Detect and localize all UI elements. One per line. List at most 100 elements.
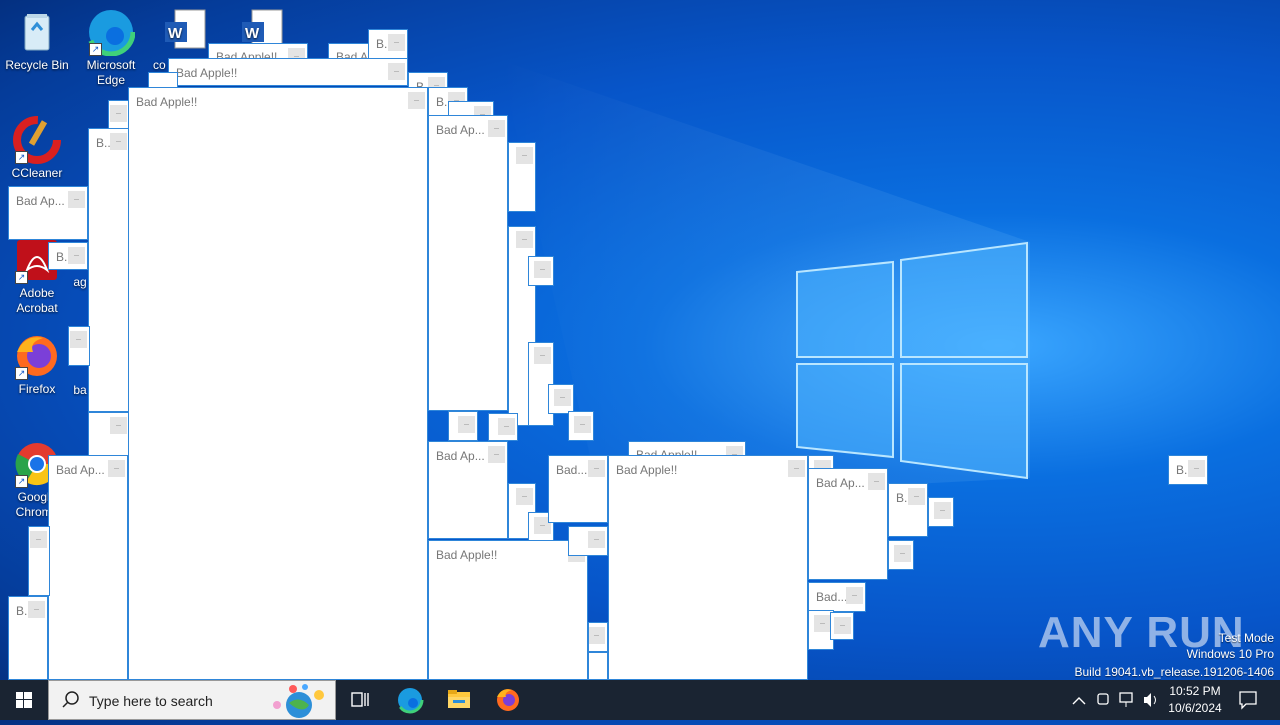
window-title: Bad Ap...	[436, 123, 485, 137]
close-button[interactable]	[868, 473, 885, 490]
windows-logo	[796, 241, 1028, 480]
desktop-icon-label: Adobe Acrobat	[16, 286, 58, 315]
close-button[interactable]	[388, 34, 405, 51]
close-button[interactable]	[516, 147, 533, 164]
edge-icon	[396, 686, 424, 714]
close-button[interactable]	[458, 416, 475, 433]
taskbar-file-explorer-button[interactable]	[435, 680, 483, 720]
bad-apple-window[interactable]: B..	[48, 242, 88, 270]
close-button[interactable]	[908, 488, 925, 505]
close-button[interactable]	[846, 587, 863, 604]
close-button[interactable]	[110, 417, 127, 434]
bad-apple-window[interactable]: Bad Ap...	[808, 468, 888, 580]
window-title: Bad Apple!!	[136, 95, 198, 109]
search-box[interactable]: Type here to search	[48, 680, 336, 720]
taskbar-firefox-button[interactable]	[484, 680, 532, 720]
task-view-icon	[351, 692, 369, 707]
bad-apple-window[interactable]: B..	[888, 483, 928, 537]
window-title: Bad Ap...	[816, 476, 865, 490]
taskbar-edge-button[interactable]	[386, 680, 434, 720]
close-button[interactable]	[534, 261, 551, 278]
bad-apple-window[interactable]: Bad Ap...	[48, 455, 128, 680]
bad-apple-window[interactable]: Bad Apple!!	[608, 455, 808, 680]
volume-icon	[1144, 693, 1151, 707]
chevron-up-icon	[1072, 697, 1086, 705]
bad-apple-window[interactable]	[88, 412, 130, 456]
bad-apple-window[interactable]	[108, 100, 130, 130]
notification-icon	[1239, 691, 1257, 710]
close-button[interactable]	[110, 105, 127, 122]
bad-apple-window[interactable]	[830, 612, 854, 640]
close-button[interactable]	[834, 617, 851, 634]
task-view-button[interactable]	[336, 680, 384, 720]
bad-apple-window[interactable]	[888, 540, 914, 570]
window-title: Bad Apple!!	[616, 463, 678, 477]
bad-apple-window[interactable]	[568, 411, 594, 441]
search-placeholder: Type here to search	[89, 693, 213, 709]
desktop-icon-edge[interactable]: ↗ Microsoft Edge	[75, 7, 147, 88]
desktop-icon-label: Microsoft Edge	[86, 58, 136, 87]
bad-apple-window[interactable]: Bad Apple!!	[168, 58, 408, 86]
close-button[interactable]	[30, 531, 47, 548]
close-button[interactable]	[488, 446, 505, 463]
action-center-button[interactable]	[1232, 680, 1280, 720]
close-button[interactable]	[68, 191, 85, 208]
clock-time: 10:52 PM	[1169, 684, 1221, 698]
bad-apple-window[interactable]: Bad...	[548, 455, 608, 523]
window-title: Bad Ap...	[16, 194, 65, 208]
bad-apple-window[interactable]: Bad Apple!!	[428, 540, 588, 680]
close-button[interactable]	[588, 460, 605, 477]
close-button[interactable]	[68, 247, 85, 264]
bad-apple-window[interactable]	[508, 142, 536, 212]
close-button[interactable]	[589, 627, 605, 644]
bad-apple-window[interactable]	[928, 497, 954, 527]
close-button[interactable]	[934, 502, 951, 519]
close-button[interactable]	[408, 92, 425, 109]
desktop-icon-ccleaner[interactable]: ↗ CCleaner	[1, 116, 73, 181]
close-button[interactable]	[498, 418, 515, 435]
bad-apple-window[interactable]	[548, 384, 574, 414]
bad-apple-window[interactable]	[568, 526, 608, 556]
close-button[interactable]	[1188, 460, 1205, 477]
close-button[interactable]	[488, 120, 505, 137]
close-button[interactable]	[108, 460, 125, 477]
close-button[interactable]	[516, 231, 533, 248]
close-button[interactable]	[534, 347, 551, 364]
bad-apple-window[interactable]: Bad Ap...	[428, 441, 508, 539]
close-button[interactable]	[554, 389, 571, 406]
edge-icon: ↗	[86, 7, 136, 57]
bad-apple-window[interactable]	[68, 326, 90, 366]
close-button[interactable]	[588, 531, 605, 548]
bad-apple-window[interactable]: Bad...	[808, 582, 866, 612]
close-button[interactable]	[894, 545, 911, 562]
bad-apple-window[interactable]	[488, 413, 518, 441]
close-button[interactable]	[110, 133, 127, 150]
close-button[interactable]	[574, 416, 591, 433]
window-title: Bad Ap...	[436, 449, 485, 463]
bad-apple-window[interactable]	[588, 652, 608, 680]
taskbar-clock[interactable]: 10:52 PM 10/6/2024	[1160, 683, 1230, 717]
close-button[interactable]	[516, 488, 533, 505]
desktop-icon-recycle-bin[interactable]: Recycle Bin	[1, 8, 73, 73]
bad-apple-window[interactable]: Bad Ap...	[428, 115, 508, 411]
bad-apple-window[interactable]	[528, 256, 554, 286]
bad-apple-window[interactable]: Bad Ap...	[8, 186, 88, 240]
bad-apple-window[interactable]: B..	[8, 596, 48, 680]
taskbar: Type here to search 10:52 PM 10/6/2024	[0, 680, 1280, 720]
close-button[interactable]	[388, 63, 405, 80]
close-button[interactable]	[28, 601, 45, 618]
bad-apple-window[interactable]	[448, 411, 478, 441]
close-button[interactable]	[814, 615, 831, 632]
bad-apple-window[interactable]	[28, 526, 50, 596]
firefox-icon: ↗	[13, 332, 61, 380]
bad-apple-window[interactable]: B..	[1168, 455, 1208, 485]
bad-apple-window[interactable]: B..	[88, 128, 130, 412]
bad-apple-window-main[interactable]: Bad Apple!!	[128, 87, 428, 680]
svg-text:W: W	[168, 25, 183, 42]
bad-apple-window[interactable]	[588, 622, 608, 652]
close-button[interactable]	[70, 331, 87, 348]
build-label: Build 19041.vb_release.191206-1406	[1074, 665, 1275, 679]
start-button[interactable]	[0, 680, 48, 720]
window-title: Bad Apple!!	[436, 548, 498, 562]
close-button[interactable]	[788, 460, 805, 477]
